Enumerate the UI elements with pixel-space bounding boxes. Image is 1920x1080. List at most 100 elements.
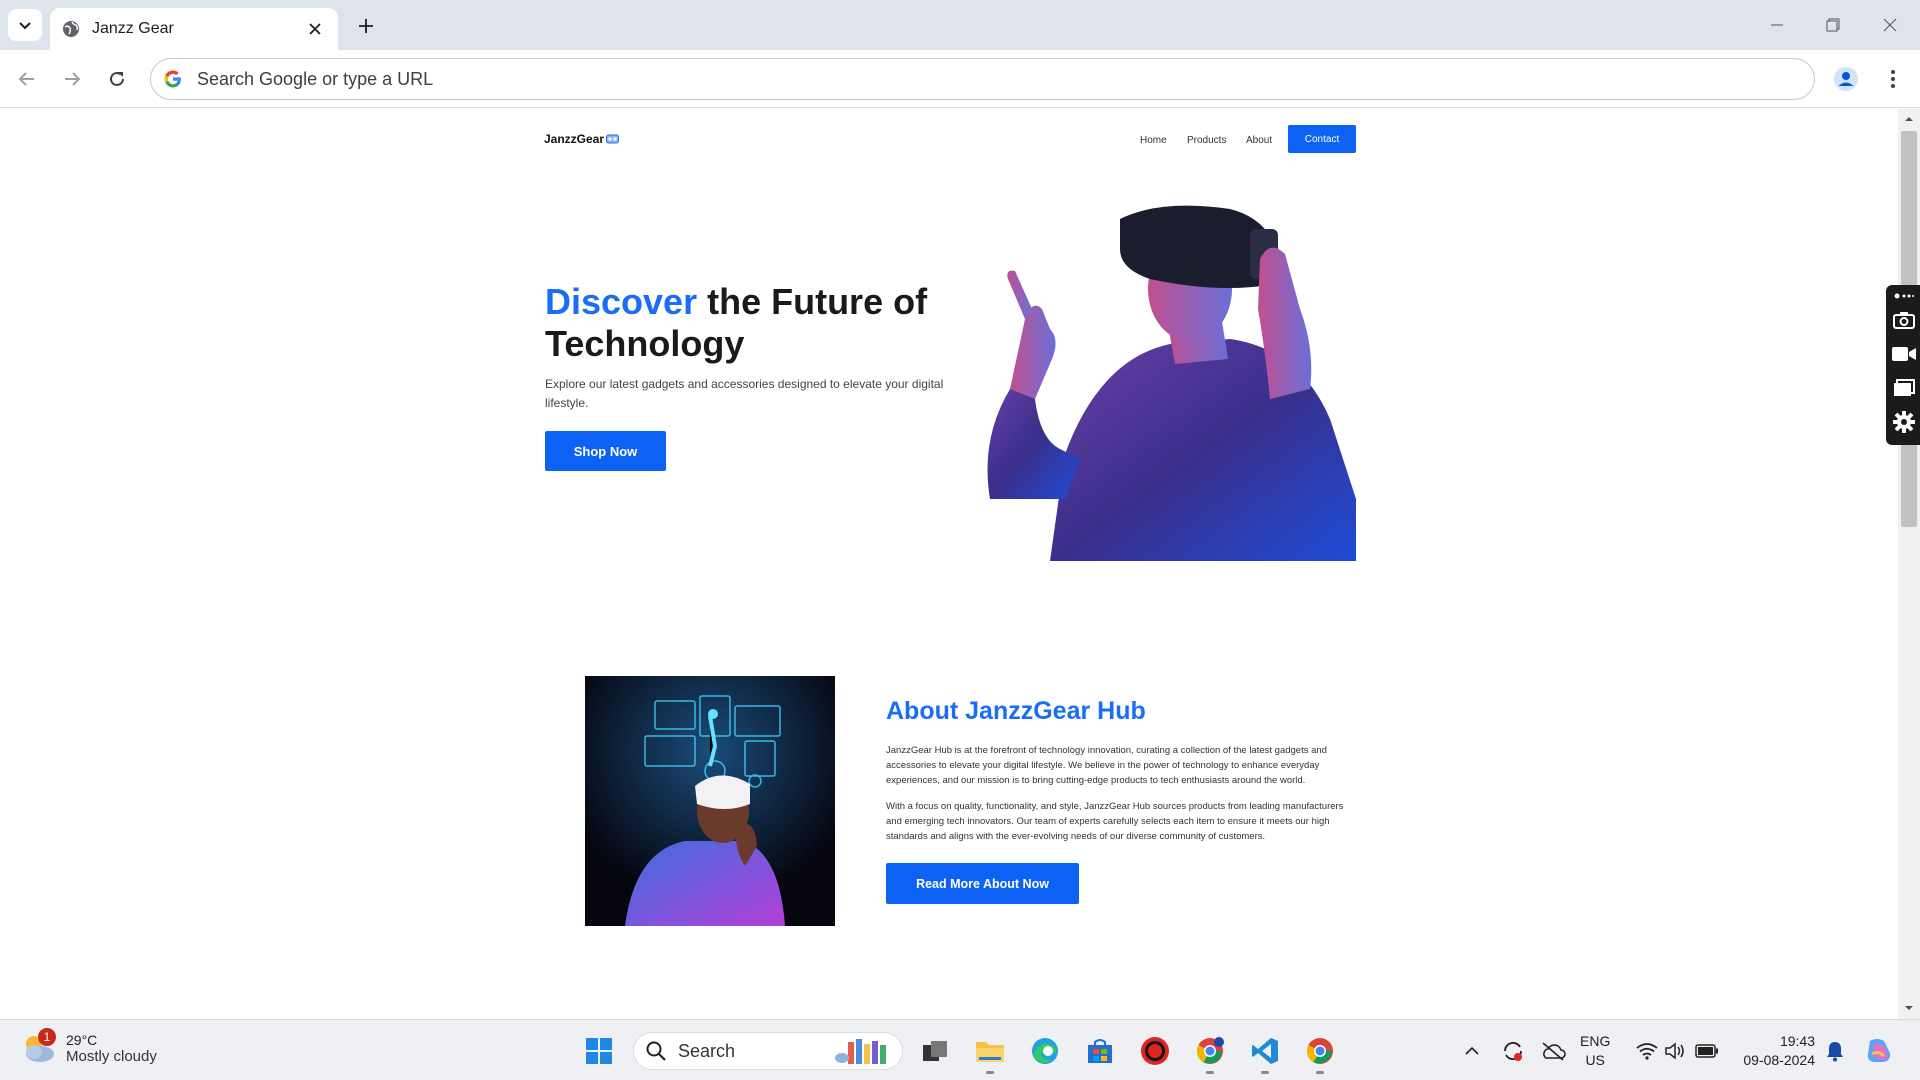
brand-name: JanzzGear	[544, 132, 605, 146]
edge-browser-button[interactable]	[1028, 1034, 1062, 1068]
notifications-button[interactable]	[1818, 1034, 1852, 1068]
tab-title: Janzz Gear	[92, 20, 174, 37]
nav-link-home[interactable]: Home	[1140, 135, 1167, 146]
nav-link-products[interactable]: Products	[1187, 135, 1226, 146]
chrome-profile-button[interactable]	[1193, 1034, 1227, 1074]
close-window-button[interactable]	[1875, 10, 1905, 40]
running-indicator	[1206, 1071, 1214, 1074]
battery-button[interactable]	[1690, 1034, 1724, 1068]
clock[interactable]: 19:43 09-08-2024	[1735, 1032, 1815, 1070]
kebab-menu-icon	[1891, 70, 1895, 88]
about-paragraph-1: JanzzGear Hub is at the forefront of tec…	[886, 745, 1327, 786]
scroll-up-arrow-icon[interactable]	[1903, 113, 1915, 125]
forward-button[interactable]	[55, 62, 89, 96]
close-tab-icon[interactable]	[304, 18, 326, 40]
vscode-icon	[1252, 1038, 1278, 1064]
restore-button[interactable]	[1818, 10, 1848, 40]
scroll-down-arrow-icon[interactable]	[1903, 1002, 1915, 1014]
weather-temperature: 29°C	[66, 1031, 98, 1048]
copilot-button[interactable]	[1862, 1034, 1896, 1068]
sync-icon	[1504, 1041, 1522, 1061]
gear-icon[interactable]	[1891, 409, 1917, 435]
minimize-icon	[1771, 24, 1783, 26]
vr-headset-icon	[606, 134, 620, 143]
site-logo[interactable]: JanzzGear	[544, 132, 620, 146]
bell-icon	[1827, 1042, 1843, 1062]
wifi-icon	[1636, 1043, 1658, 1060]
browser-tab[interactable]: Janzz Gear	[50, 8, 338, 50]
clock-date: 09-08-2024	[1743, 1052, 1815, 1068]
address-bar[interactable]: Search Google or type a URL	[150, 58, 1815, 100]
close-icon	[1883, 18, 1897, 32]
web-page: JanzzGear Home Products About Contact Di…	[0, 109, 1898, 1019]
nav-link-about[interactable]: About	[1246, 135, 1272, 146]
reload-icon	[110, 71, 124, 86]
menu-button[interactable]	[1880, 63, 1906, 95]
shop-now-button[interactable]: Shop Now	[545, 431, 666, 471]
task-view-icon	[923, 1041, 947, 1061]
chrome-icon	[1197, 1037, 1224, 1064]
hero-vr-man-image	[987, 205, 1356, 561]
folder-icon	[976, 1042, 1004, 1062]
about-title: About JanzzGear Hub	[886, 697, 1146, 725]
google-icon	[164, 70, 181, 88]
site-navbar: JanzzGear Home Products About Contact	[544, 125, 1356, 155]
taskbar-search[interactable]: Search	[633, 1032, 903, 1070]
new-tab-button[interactable]	[352, 12, 380, 40]
profile-button[interactable]	[1830, 63, 1862, 95]
copilot-icon	[1867, 1039, 1891, 1062]
running-indicator	[986, 1071, 994, 1074]
chevron-up-icon	[1465, 1046, 1479, 1055]
volume-button[interactable]	[1658, 1034, 1692, 1068]
camera-icon[interactable]	[1891, 307, 1917, 333]
plus-icon	[359, 19, 373, 33]
window-capture-icon[interactable]	[1891, 375, 1917, 401]
screen-capture-toolbar	[1886, 285, 1920, 445]
hero-subtitle: Explore our latest gadgets and accessori…	[545, 377, 944, 410]
minimize-button[interactable]	[1762, 10, 1792, 40]
about-vr-person-image	[585, 676, 835, 926]
weather-widget[interactable]: 1 29°C Mostly cloudy	[20, 1028, 157, 1066]
globe-icon	[63, 21, 79, 37]
windows-logo-icon	[586, 1038, 612, 1064]
arrow-left-icon	[18, 72, 34, 86]
reload-button[interactable]	[100, 62, 134, 96]
video-camera-icon[interactable]	[1891, 341, 1917, 367]
back-button[interactable]	[10, 62, 44, 96]
screen-recorder-button[interactable]	[1138, 1034, 1172, 1068]
battery-icon	[1695, 1044, 1718, 1058]
contact-button[interactable]: Contact	[1288, 125, 1356, 153]
vscode-button[interactable]	[1248, 1034, 1282, 1074]
hero-title-accent: Discover	[545, 281, 698, 322]
taskbar-search-label: Search	[678, 1040, 736, 1061]
keyboard-region: US	[1585, 1052, 1605, 1068]
read-more-button[interactable]: Read More About Now	[886, 863, 1079, 904]
chrome-button[interactable]	[1303, 1034, 1337, 1074]
clock-time: 19:43	[1779, 1033, 1815, 1049]
search-highlight-books-icon	[835, 1039, 886, 1064]
start-button[interactable]	[582, 1034, 616, 1068]
store-icon	[1088, 1039, 1112, 1063]
onedrive-button[interactable]	[1536, 1034, 1570, 1068]
omnibox-placeholder: Search Google or type a URL	[197, 68, 434, 89]
cloud-offline-icon	[1542, 1042, 1566, 1061]
browser-toolbar: Search Google or type a URL	[0, 50, 1920, 108]
about-paragraph-2: With a focus on quality, functionality, …	[886, 801, 1344, 842]
language-indicator[interactable]: ENG US	[1580, 1032, 1610, 1070]
file-explorer-button[interactable]	[973, 1034, 1007, 1074]
task-view-button[interactable]	[918, 1034, 952, 1068]
weather-alert-badge: 1	[38, 1028, 56, 1046]
language-code: ENG	[1580, 1033, 1611, 1049]
windows-taskbar: 1 29°C Mostly cloudy Search ENG US 19:43…	[0, 1019, 1920, 1080]
running-indicator	[1316, 1071, 1324, 1074]
chevron-down-icon	[19, 22, 31, 30]
speaker-icon	[1665, 1042, 1684, 1060]
edge-icon	[1032, 1038, 1058, 1064]
show-hidden-icons-button[interactable]	[1455, 1034, 1489, 1068]
sync-status-button[interactable]	[1496, 1034, 1530, 1068]
tab-strip: Janzz Gear	[0, 0, 1920, 50]
page-scrollbar[interactable]	[1898, 109, 1920, 1019]
pin-icon[interactable]	[1891, 289, 1917, 303]
tab-search-button[interactable]	[8, 9, 42, 41]
microsoft-store-button[interactable]	[1083, 1034, 1117, 1068]
